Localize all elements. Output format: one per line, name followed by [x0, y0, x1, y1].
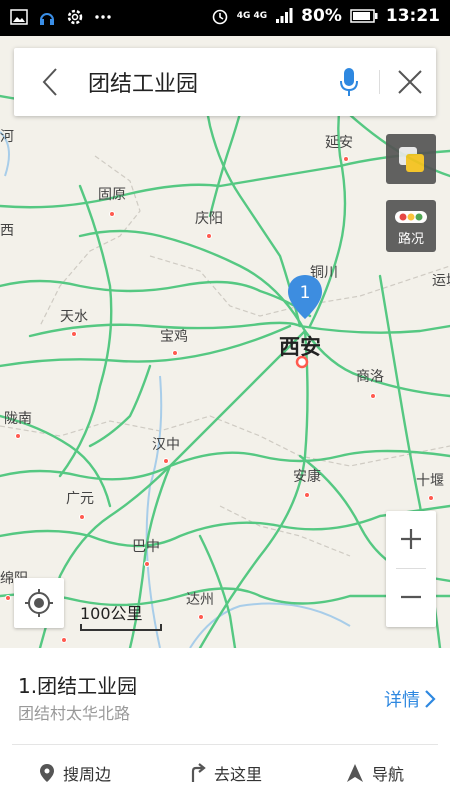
- clock-time: 13:21: [385, 6, 440, 26]
- my-location-button[interactable]: [14, 578, 64, 628]
- voice-search-button[interactable]: [334, 62, 364, 102]
- scale-bar: [80, 624, 162, 631]
- search-nearby-button[interactable]: 搜周边: [0, 745, 150, 800]
- gallery-icon: [10, 8, 28, 26]
- status-bar: 4G 4G 80% 13:21: [0, 0, 450, 36]
- details-label: 详情: [384, 690, 420, 711]
- city-label: 河: [0, 129, 14, 145]
- back-button[interactable]: [30, 62, 70, 102]
- more-dots-icon: [94, 8, 112, 26]
- battery-icon: [350, 7, 378, 25]
- map-layers-button[interactable]: [386, 134, 436, 184]
- result-address: 团结村太华北路: [18, 704, 131, 723]
- route-turn-icon: [191, 762, 206, 782]
- location-pin-marker[interactable]: 1: [287, 274, 323, 320]
- city-label: 庆阳: [195, 211, 223, 227]
- go-here-button[interactable]: 去这里: [150, 745, 300, 800]
- city-label: 商洛: [356, 369, 384, 385]
- headset-icon: [38, 8, 56, 26]
- city-label: 宝鸡: [160, 329, 188, 345]
- city-label: 安康: [293, 469, 321, 485]
- navigate-label: 导航: [371, 764, 404, 784]
- city-label: 天水: [60, 309, 88, 325]
- map-roads: [0, 74, 450, 648]
- city-label: 广元: [66, 491, 94, 507]
- action-bar: 搜周边 去这里 导航: [0, 745, 450, 800]
- navigation-arrow-icon: [346, 763, 363, 782]
- settings-gear-icon: [66, 8, 84, 26]
- traffic-label: 路况: [397, 232, 424, 247]
- alarm-icon: [211, 7, 229, 25]
- city-label-capital: 西安: [279, 335, 321, 359]
- battery-percent: 80%: [301, 6, 342, 26]
- city-label: 西: [0, 223, 14, 239]
- clear-search-button[interactable]: [390, 62, 430, 102]
- map-scale: 100公里: [80, 600, 162, 631]
- divider: [379, 70, 380, 94]
- chevron-left-icon: [42, 68, 57, 96]
- city-label: 汉中: [152, 437, 180, 453]
- zoom-out-button[interactable]: [386, 569, 436, 625]
- plus-icon: [401, 529, 421, 549]
- locate-crosshair-icon: [25, 589, 53, 617]
- go-here-label: 去这里: [213, 764, 262, 784]
- search-bar: 团结工业园: [14, 48, 436, 116]
- map-marker-icon: [39, 763, 54, 782]
- search-input[interactable]: 团结工业园: [88, 66, 198, 98]
- zoom-in-button[interactable]: [386, 511, 436, 567]
- microphone-icon: [340, 68, 358, 96]
- result-panel: 1.团结工业园 团结村太华北路 详情 搜周边 去这里 导航: [0, 648, 450, 800]
- search-nearby-label: 搜周边: [62, 764, 111, 784]
- signal-icon: [275, 7, 293, 25]
- navigate-button[interactable]: 导航: [300, 745, 450, 800]
- details-button[interactable]: 详情: [384, 686, 436, 712]
- close-icon: [398, 70, 422, 94]
- traffic-toggle-button[interactable]: 路况: [386, 200, 436, 252]
- city-label: 陇南: [4, 411, 32, 427]
- city-label: 十堰: [416, 473, 444, 489]
- result-title[interactable]: 1.团结工业园: [18, 670, 137, 699]
- city-label: 延安: [325, 135, 353, 151]
- scale-label: 100公里: [80, 604, 143, 623]
- city-label: 运城: [432, 273, 450, 289]
- city-label: 固原: [98, 187, 126, 203]
- pin-number: 1: [300, 283, 311, 303]
- network-label: 4G 4G: [236, 10, 268, 21]
- city-label: 达州: [186, 592, 214, 608]
- traffic-light-icon: [395, 211, 427, 223]
- layers-icon: [399, 147, 424, 172]
- map-view[interactable]: 延安 固原 庆阳 铜川 天水 宝鸡 西安 商洛 陇南 汉中 安康 广元 十堰 巴…: [0, 36, 450, 648]
- minus-icon: [401, 595, 421, 599]
- zoom-controls: [386, 511, 436, 627]
- chevron-right-icon: [425, 690, 436, 708]
- city-label: 巴中: [132, 539, 160, 555]
